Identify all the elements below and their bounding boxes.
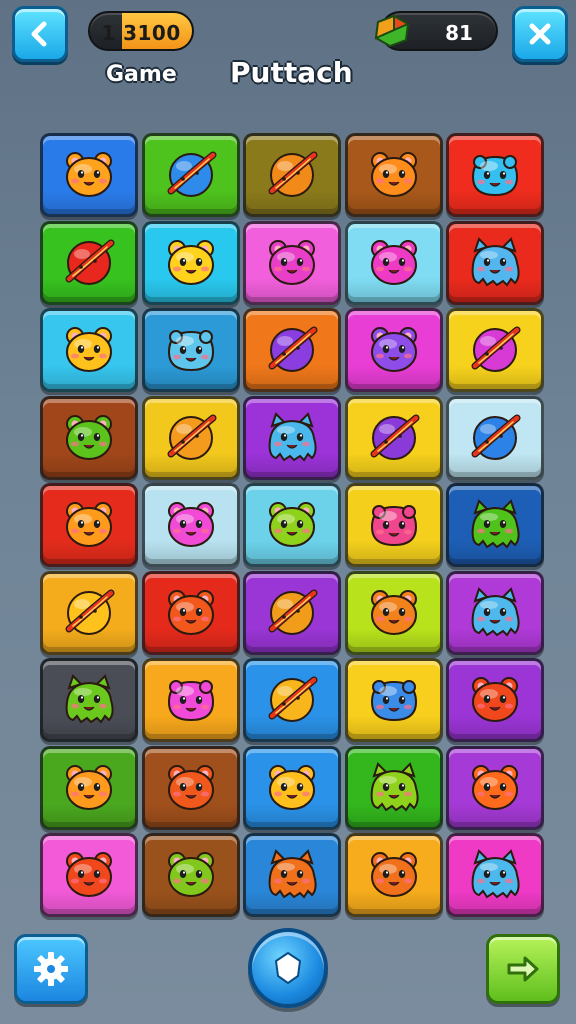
bear-creature-icon [167,239,214,285]
board-tile[interactable] [344,658,443,742]
gear-icon [34,952,68,986]
bear-creature-icon [269,239,315,285]
board-tile[interactable] [344,395,443,480]
bear-creature-icon [370,327,417,372]
board-tile[interactable] [141,395,240,480]
board-tile[interactable] [446,133,544,217]
planet-creature-icon [65,589,115,635]
bear-creature-icon [472,764,518,810]
bear-creature-icon [66,764,112,810]
planet-creature-icon [268,676,318,722]
monster-creature-icon [471,499,520,549]
planet-creature-icon [471,414,521,460]
board-tile[interactable] [243,658,341,742]
board-tile[interactable] [344,570,443,655]
monster-creature-icon [268,411,317,462]
bear-creature-icon [167,589,214,635]
shield-icon [275,952,301,984]
board-tile[interactable] [40,570,138,655]
monster-creature-icon [370,761,419,812]
center-action-button[interactable] [248,928,328,1008]
board-tile[interactable] [40,220,138,305]
board-tile[interactable] [344,133,443,217]
bear-creature-icon [66,152,112,197]
bear-creature-icon [370,852,417,897]
board-tile[interactable] [243,483,341,567]
board-tile[interactable] [141,483,240,567]
board-tile[interactable] [446,658,544,742]
board-tile[interactable] [141,308,240,392]
board-tile[interactable] [40,833,138,917]
planet-creature-icon [268,589,318,635]
board-tile[interactable] [344,745,443,830]
board-tile[interactable] [446,833,544,917]
board-tile[interactable] [344,308,443,392]
blob-creature-icon [370,505,417,547]
board-tile[interactable] [243,570,341,655]
board-tile[interactable] [446,308,544,392]
monster-creature-icon [65,674,114,724]
board-tile[interactable] [243,308,341,392]
board-tile[interactable] [243,220,341,305]
monster-creature-icon [471,236,520,287]
board-tile[interactable] [40,745,138,830]
blob-creature-icon [167,330,214,372]
bear-creature-icon [370,239,417,285]
planet-creature-icon [65,239,115,285]
board-tile[interactable] [141,658,240,742]
board-tile[interactable] [40,658,138,742]
bear-creature-icon [167,502,214,547]
board-tile[interactable] [446,570,544,655]
monster-creature-icon [471,586,520,637]
bear-creature-icon [66,414,112,460]
blob-creature-icon [471,155,519,197]
board-tile[interactable] [344,833,443,917]
next-button[interactable] [486,934,560,1004]
board-tile[interactable] [344,220,443,305]
board-tile[interactable] [446,745,544,830]
planet-creature-icon [370,414,419,460]
bear-creature-icon [269,502,315,547]
board-tile[interactable] [243,133,341,217]
bear-creature-icon [167,852,214,897]
board-tile[interactable] [141,745,240,830]
board-tile[interactable] [40,395,138,480]
board-tile[interactable] [141,220,240,305]
board-tile[interactable] [446,395,544,480]
bear-creature-icon [167,764,214,810]
blob-creature-icon [167,680,214,722]
board-tile[interactable] [141,833,240,917]
planet-creature-icon [268,151,318,197]
board-tile[interactable] [40,308,138,392]
bear-creature-icon [269,764,315,810]
bear-creature-icon [66,852,112,897]
bear-creature-icon [370,589,417,635]
board-tile[interactable] [141,570,240,655]
board-tile[interactable] [344,483,443,567]
monster-creature-icon [471,849,520,899]
planet-creature-icon [167,414,216,460]
board-tile[interactable] [243,833,341,917]
board-tile[interactable] [141,133,240,217]
board-tile[interactable] [446,483,544,567]
bear-creature-icon [370,152,417,197]
board-tile[interactable] [40,133,138,217]
planet-creature-icon [471,326,521,372]
bear-creature-icon [472,677,518,722]
board-tile[interactable] [243,745,341,830]
planet-creature-icon [268,326,318,372]
arrow-right-icon [507,956,539,982]
board-tile[interactable] [243,395,341,480]
blob-creature-icon [370,680,417,722]
bear-creature-icon [66,502,112,547]
planet-creature-icon [167,151,216,197]
bear-creature-icon [66,327,112,372]
board-tile[interactable] [40,483,138,567]
settings-button[interactable] [14,934,88,1004]
monster-creature-icon [268,849,317,899]
board-tile[interactable] [446,220,544,305]
game-board [0,0,576,1024]
